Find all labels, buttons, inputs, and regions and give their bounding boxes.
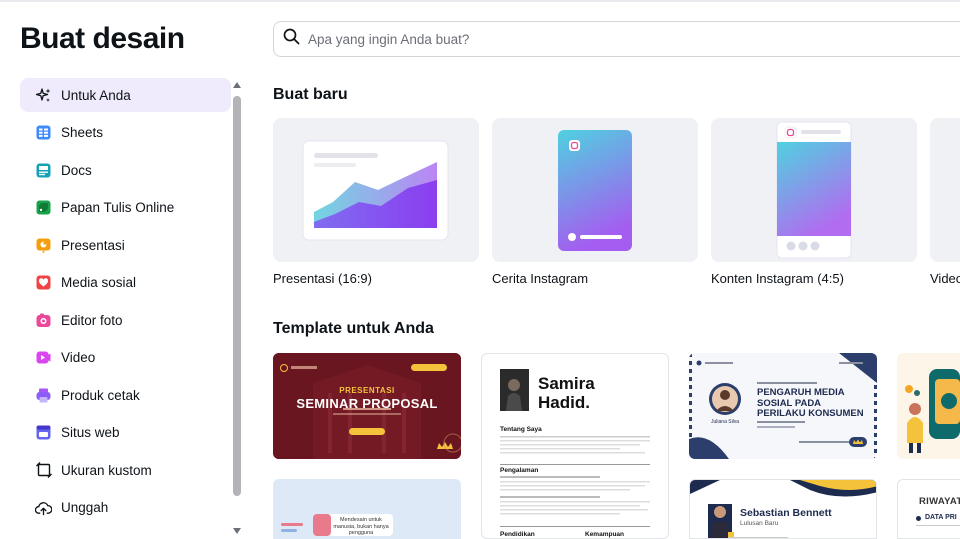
sidebar-item-label: Sheets bbox=[61, 125, 104, 140]
sidebar-item-sheets[interactable]: Sheets bbox=[20, 116, 231, 150]
sidebar-item-produk-cetak[interactable]: Produk cetak bbox=[20, 378, 231, 412]
presentation-icon bbox=[35, 237, 52, 254]
presentation-thumbnail bbox=[273, 118, 479, 262]
template-quote: Mendesain untuk manusia, bukan hanya pen… bbox=[333, 517, 389, 536]
template-line1: PRESENTASI bbox=[339, 386, 395, 395]
template-card-riwayat[interactable]: RIWAYAT DATA PRI bbox=[897, 479, 960, 539]
template-subtitle: Lulusan Baru bbox=[740, 520, 779, 527]
template-section-title: Template untuk Anda bbox=[273, 320, 434, 337]
docs-icon bbox=[35, 162, 52, 179]
template-card-resume-samira[interactable]: Samira Hadid. Tentang Saya Pengalaman Pe… bbox=[481, 353, 669, 539]
sidebar-item-label: Editor foto bbox=[61, 312, 123, 328]
instagram-story-thumbnail bbox=[492, 118, 698, 262]
video-icon bbox=[35, 349, 52, 366]
page-title: Buat desain bbox=[20, 22, 185, 55]
create-design-dialog: Buat desain Untuk Anda Sheets Docs Papan… bbox=[0, 0, 960, 539]
card-label: Presentasi (16:9) bbox=[273, 271, 372, 286]
scroll-up-arrow-icon[interactable] bbox=[233, 82, 241, 90]
left-panel: Buat desain Untuk Anda Sheets Docs Papan… bbox=[0, 0, 246, 539]
sidebar-item-label: Ukuran kustom bbox=[61, 462, 152, 478]
resume-heading-education: Pendidikan bbox=[500, 531, 535, 538]
template-title: RIWAYAT bbox=[919, 496, 960, 507]
bullet-icon bbox=[916, 516, 921, 521]
sidebar-item-editor-foto[interactable]: Editor foto bbox=[20, 303, 231, 337]
template-card-pengaruh-media[interactable]: PENGARUH MEDIA SOSIAL PADA PERILAKU KONS… bbox=[689, 353, 877, 459]
sidebar-item-situs-web[interactable]: Situs web bbox=[20, 416, 231, 450]
whiteboard-icon bbox=[35, 199, 52, 216]
sheets-icon bbox=[35, 124, 52, 141]
template-line3: PERILAKU KONSUMEN bbox=[757, 408, 864, 419]
template-card-resume-sebastian[interactable]: Sebastian Bennett Lulusan Baru bbox=[689, 479, 877, 539]
new-card-konten-instagram[interactable]: Konten Instagram (4:5) bbox=[711, 118, 917, 286]
template-line2: SEMINAR PROPOSAL bbox=[296, 396, 438, 411]
search-bar[interactable] bbox=[273, 21, 960, 57]
sidebar-item-label: Papan Tulis Online bbox=[61, 200, 175, 215]
sidebar-nav: Untuk Anda Sheets Docs Papan Tulis Onlin… bbox=[20, 78, 231, 528]
template-card-blue[interactable]: Mendesain untuk manusia, bukan hanya pen… bbox=[273, 479, 461, 539]
website-icon bbox=[35, 424, 52, 441]
new-card-cerita-instagram[interactable]: Cerita Instagram bbox=[492, 118, 698, 286]
sidebar-item-label: Produk cetak bbox=[61, 387, 140, 403]
card-label: Konten Instagram (4:5) bbox=[711, 271, 844, 286]
template-card-seminar-proposal[interactable]: PRESENTASI SEMINAR PROPOSAL bbox=[273, 353, 461, 459]
resume-heading-experience: Pengalaman bbox=[500, 467, 539, 474]
sidebar-item-label: Video bbox=[61, 350, 96, 365]
search-input[interactable] bbox=[308, 31, 908, 47]
scrollbar-thumb[interactable] bbox=[233, 96, 241, 496]
heart-icon bbox=[35, 274, 52, 291]
sidebar-item-label: Untuk Anda bbox=[61, 87, 131, 103]
sidebar-item-media-sosial[interactable]: Media sosial bbox=[20, 266, 231, 300]
new-card-presentasi[interactable]: Presentasi (16:9) bbox=[273, 118, 479, 286]
printer-icon bbox=[35, 387, 52, 404]
template-person-name: Juliana Silva bbox=[711, 419, 740, 425]
template-item: DATA PRI bbox=[925, 514, 957, 521]
resume-name-line1: Samira bbox=[538, 374, 595, 393]
scroll-down-arrow-icon[interactable] bbox=[233, 528, 241, 536]
template-card-illustration[interactable] bbox=[897, 353, 960, 459]
camera-icon bbox=[35, 312, 52, 329]
sparkle-icon bbox=[35, 87, 52, 104]
divider bbox=[916, 525, 960, 526]
template-person-name: Sebastian Bennett bbox=[740, 507, 832, 519]
new-section-title: Buat baru bbox=[273, 86, 348, 103]
custom-size-icon bbox=[35, 462, 52, 479]
sidebar-scrollbar[interactable] bbox=[233, 82, 241, 538]
sidebar-item-label: Unggah bbox=[61, 500, 109, 515]
sidebar-item-unggah[interactable]: Unggah bbox=[20, 491, 231, 525]
sidebar-item-label: Media sosial bbox=[61, 275, 137, 290]
sidebar-item-papan-tulis[interactable]: Papan Tulis Online bbox=[20, 191, 231, 225]
sidebar-item-ukuran-kustom[interactable]: Ukuran kustom bbox=[20, 453, 231, 487]
sidebar-item-label: Docs bbox=[61, 162, 92, 178]
resume-name-line2: Hadid. bbox=[538, 393, 590, 412]
card-label: Video bbox=[930, 271, 960, 286]
sidebar-item-label: Situs web bbox=[61, 425, 120, 440]
resume-heading-about: Tentang Saya bbox=[500, 426, 542, 433]
instagram-post-thumbnail bbox=[711, 118, 917, 262]
new-card-video[interactable]: Video bbox=[930, 118, 960, 286]
sidebar-item-docs[interactable]: Docs bbox=[20, 153, 231, 187]
sidebar-item-label: Presentasi bbox=[61, 237, 125, 253]
video-thumbnail bbox=[930, 118, 960, 262]
sidebar-item-video[interactable]: Video bbox=[20, 341, 231, 375]
template-line1: PENGARUH MEDIA bbox=[757, 387, 845, 398]
search-icon bbox=[283, 28, 300, 50]
sidebar-item-presentasi[interactable]: Presentasi bbox=[20, 228, 231, 262]
sidebar-item-untuk-anda[interactable]: Untuk Anda bbox=[20, 78, 231, 112]
card-label: Cerita Instagram bbox=[492, 271, 589, 286]
resume-heading-skills: Kemampuan bbox=[585, 531, 625, 538]
upload-cloud-icon bbox=[35, 499, 52, 516]
